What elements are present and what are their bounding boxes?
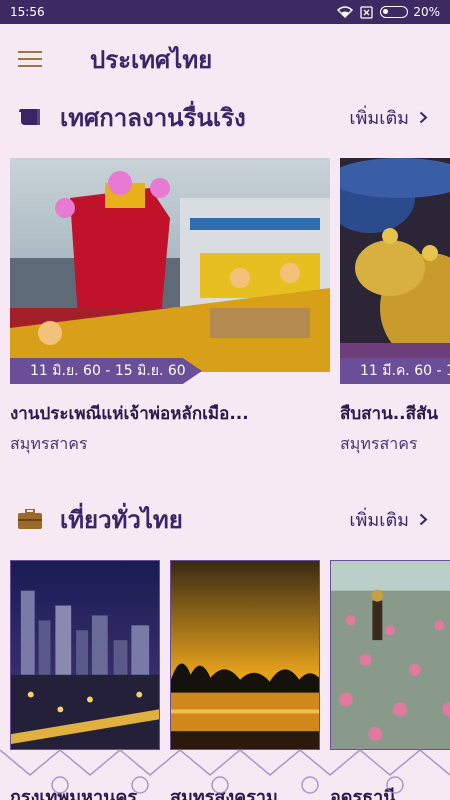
place-photo — [170, 560, 320, 750]
no-sim-icon — [360, 5, 373, 19]
status-time: 15:56 — [10, 5, 45, 19]
wifi-icon — [337, 6, 354, 18]
suitcase-icon — [18, 509, 42, 529]
festival-more-label: เพิ่มเติม — [349, 107, 409, 129]
festival-photo — [340, 158, 450, 372]
place-photo — [10, 560, 160, 750]
place-card[interactable]: สมุทรสงคราม — [170, 560, 320, 800]
travel-carousel[interactable]: กรุงเทพมหานคร สมุทรสงคราม อุดรธานี — [0, 560, 450, 800]
chevron-right-icon — [419, 513, 428, 525]
status-bar: 15:56 20% — [0, 0, 450, 24]
festival-place: สมุทรสาคร — [340, 434, 418, 453]
battery-percent: 20% — [413, 5, 440, 19]
place-name: อุดรธานี — [330, 787, 396, 800]
festival-carousel[interactable]: 11 มิ.ย. 60 - 15 มิ.ย. 60 งานประเพณีแห่เ… — [0, 158, 450, 458]
place-photo — [330, 560, 450, 750]
festival-section-header: เทศกาลงานรื่นเริง เพิ่มเติม — [0, 92, 450, 142]
festival-photo — [10, 158, 330, 372]
place-card[interactable]: กรุงเทพมหานคร — [10, 560, 160, 800]
page-title: ประเทศไทย — [90, 45, 213, 74]
festival-section-title: เทศกาลงานรื่นเริง — [60, 103, 246, 132]
app-bar: ประเทศไทย — [0, 24, 450, 94]
menu-button[interactable] — [0, 24, 60, 94]
place-name: กรุงเทพมหานคร — [10, 787, 138, 800]
festival-card[interactable]: 11 มิ.ย. 60 - 15 มิ.ย. 60 งานประเพณีแห่เ… — [10, 158, 330, 458]
festival-place: สมุทรสาคร — [10, 434, 88, 453]
place-card[interactable]: อุดรธานี — [330, 560, 450, 800]
status-icons: 20% — [337, 5, 440, 19]
festival-date: 11 มิ.ย. 60 - 15 มิ.ย. 60 — [10, 358, 202, 384]
festival-card[interactable]: 11 มี.ค. 60 - 1 สืบสาน..สีสัน สมุทรสาคร — [340, 158, 450, 458]
chevron-right-icon — [419, 111, 428, 123]
travel-more-label: เพิ่มเติม — [349, 509, 409, 531]
hamburger-icon — [18, 51, 42, 67]
festival-more-button[interactable]: เพิ่มเติม — [349, 103, 450, 132]
travel-section-header: เที่ยวทั่วไทย เพิ่มเติม — [0, 494, 450, 544]
place-name: สมุทรสงคราม — [170, 787, 278, 800]
festival-title: งานประเพณีแห่เจ้าพ่อหลักเมือ... — [10, 404, 249, 424]
scroll-icon — [19, 109, 40, 125]
travel-section-title: เที่ยวทั่วไทย — [60, 505, 183, 534]
festival-date: 11 มี.ค. 60 - 1 — [340, 358, 450, 384]
battery-icon — [380, 6, 409, 18]
festival-title: สืบสาน..สีสัน — [340, 404, 438, 424]
travel-more-button[interactable]: เพิ่มเติม — [349, 505, 450, 534]
